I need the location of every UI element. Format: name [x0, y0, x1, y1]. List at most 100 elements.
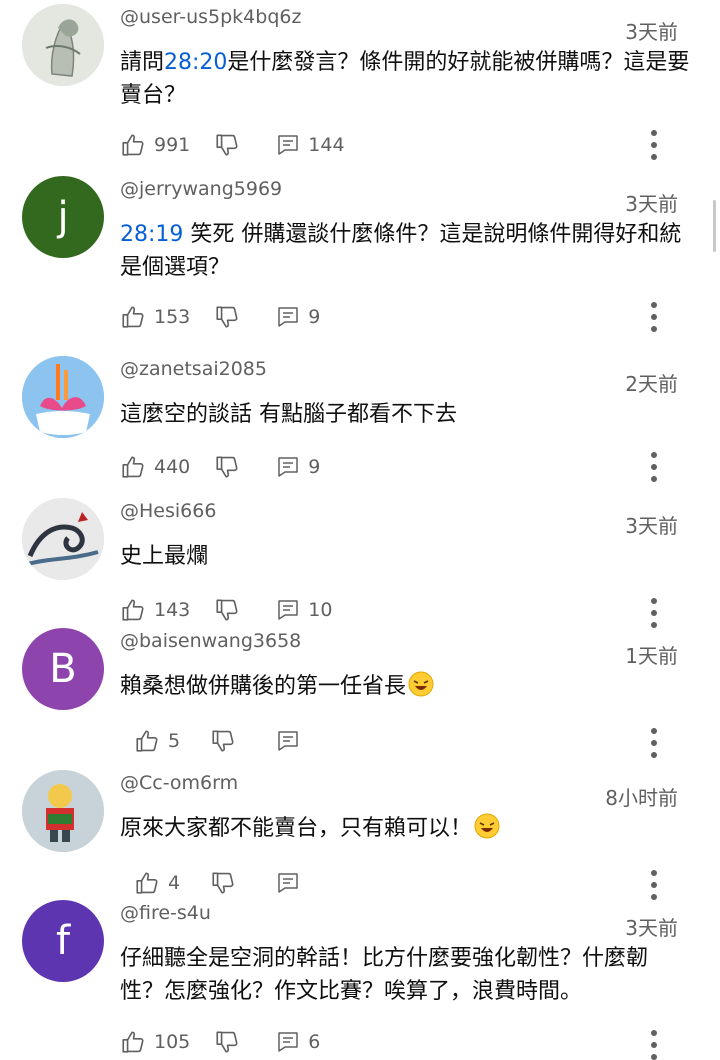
thumb-up-icon: [134, 728, 160, 754]
reply-button[interactable]: [276, 871, 300, 895]
comment-author[interactable]: @Cc-om6rm: [120, 772, 238, 794]
reply-count: 9: [308, 306, 321, 328]
thumb-up-icon: [120, 304, 146, 330]
reply-count: 10: [308, 599, 333, 621]
like-button[interactable]: 440: [120, 454, 190, 480]
more-vert-icon[interactable]: [650, 130, 658, 160]
comment-actions: 4: [134, 868, 300, 898]
comment-time: 3天前: [625, 192, 678, 216]
avatar[interactable]: f: [22, 900, 104, 982]
comment-author[interactable]: @baisenwang3658: [120, 630, 301, 652]
reply-button[interactable]: 6: [276, 1030, 320, 1054]
reply-icon: [276, 133, 300, 157]
reply-button[interactable]: 10: [276, 598, 332, 622]
comment-author[interactable]: @zanetsai2085: [120, 358, 267, 380]
avatar-letter: f: [55, 918, 71, 964]
reply-icon: [276, 455, 300, 479]
dislike-button[interactable]: [214, 132, 240, 158]
reply-button[interactable]: 144: [276, 133, 345, 157]
comment-text: 這麼空的談話 有點腦子都看不下去: [120, 402, 457, 427]
dislike-button[interactable]: [210, 728, 236, 754]
dislike-button[interactable]: [214, 304, 240, 330]
like-count: 105: [154, 1031, 191, 1053]
comment-time: 1天前: [625, 644, 678, 668]
avatar[interactable]: [22, 4, 104, 86]
wave-avatar-image: [22, 498, 104, 580]
like-count: 153: [154, 306, 191, 328]
comment-actions: 143 10: [120, 595, 332, 625]
more-vert-icon[interactable]: [650, 302, 658, 332]
thumb-down-icon: [214, 1029, 240, 1055]
dislike-button[interactable]: [214, 597, 240, 623]
avatar[interactable]: B: [22, 628, 104, 710]
like-count: 143: [154, 599, 191, 621]
avatar-letter: j: [57, 194, 69, 240]
more-vert-icon[interactable]: [650, 870, 658, 900]
reply-icon: [276, 1030, 300, 1054]
avatar[interactable]: [22, 770, 104, 852]
thumb-up-icon: [134, 870, 160, 896]
more-vert-icon[interactable]: [650, 728, 658, 758]
reply-button[interactable]: 9: [276, 455, 320, 479]
reply-count: 6: [308, 1031, 321, 1053]
comment-actions: 5: [134, 726, 300, 756]
comment-time: 2天前: [625, 372, 678, 396]
timestamp-link[interactable]: 28:19: [120, 222, 183, 247]
comment-text: 賴桑想做併購後的第一任省長: [120, 670, 690, 703]
like-button[interactable]: 105: [120, 1029, 190, 1055]
more-vert-icon[interactable]: [650, 1030, 658, 1060]
like-button[interactable]: 143: [120, 597, 190, 623]
comment-text: 仔細聽全是空洞的幹話！比方什麼要強化韌性？什麼韌性？怎麼強化？作文比賽？唉算了，…: [120, 946, 649, 1004]
reply-icon: [276, 871, 300, 895]
reply-icon: [276, 305, 300, 329]
reply-icon: [276, 598, 300, 622]
laughing-emoji-icon: [408, 671, 434, 697]
comment-text: 原來大家都不能賣台，只有賴可以！: [120, 812, 690, 845]
like-button[interactable]: 153: [120, 304, 190, 330]
comment-text: 史上最爛: [120, 544, 209, 569]
comment-author[interactable]: @fire-s4u: [120, 902, 211, 924]
like-button[interactable]: 4: [134, 870, 180, 896]
like-count: 991: [154, 134, 191, 156]
laughing-emoji-icon: [474, 813, 500, 839]
dislike-button[interactable]: [214, 454, 240, 480]
comment-text: 請問28:20是什麼發言？條件開的好就能被併購嗎？這是要賣台？: [120, 50, 690, 108]
comment-text: 28:19 笑死 併購還談什麼條件？這是說明條件開得好和統是個選項？: [120, 222, 682, 280]
like-count: 440: [154, 456, 191, 478]
thumb-down-icon: [214, 597, 240, 623]
thumb-up-icon: [120, 132, 146, 158]
reply-button[interactable]: [276, 729, 300, 753]
thumb-down-icon: [214, 132, 240, 158]
comment-actions: 440 9: [120, 452, 320, 482]
reply-icon: [276, 729, 300, 753]
like-button[interactable]: 5: [134, 728, 180, 754]
scrollbar[interactable]: [713, 200, 716, 252]
thumb-down-icon: [214, 304, 240, 330]
avatar[interactable]: j: [22, 176, 104, 258]
dislike-button[interactable]: [214, 1029, 240, 1055]
comment-time: 3天前: [625, 20, 678, 44]
thumb-down-icon: [214, 454, 240, 480]
avatar[interactable]: [22, 498, 104, 580]
figure-avatar-image: [22, 770, 104, 852]
flower-avatar-image: [22, 356, 104, 438]
comment-time: 3天前: [625, 916, 678, 940]
more-vert-icon[interactable]: [650, 598, 658, 628]
like-count: 4: [168, 872, 181, 894]
comment-author[interactable]: @Hesi666: [120, 500, 216, 522]
like-button[interactable]: 991: [120, 132, 190, 158]
timestamp-link[interactable]: 28:20: [164, 50, 227, 75]
comment-time: 3天前: [625, 514, 678, 538]
dislike-button[interactable]: [210, 870, 236, 896]
avatar[interactable]: [22, 356, 104, 438]
reply-button[interactable]: 9: [276, 305, 320, 329]
comment-actions: 153 9: [120, 302, 320, 332]
thumb-up-icon: [120, 1029, 146, 1055]
more-vert-icon[interactable]: [650, 452, 658, 482]
comment-author[interactable]: @user-us5pk4bq6z: [120, 6, 301, 28]
reply-count: 144: [308, 134, 345, 156]
thumb-up-icon: [120, 597, 146, 623]
comment-author[interactable]: @jerrywang5969: [120, 178, 282, 200]
avatar-letter: B: [49, 646, 77, 692]
thumb-up-icon: [120, 454, 146, 480]
